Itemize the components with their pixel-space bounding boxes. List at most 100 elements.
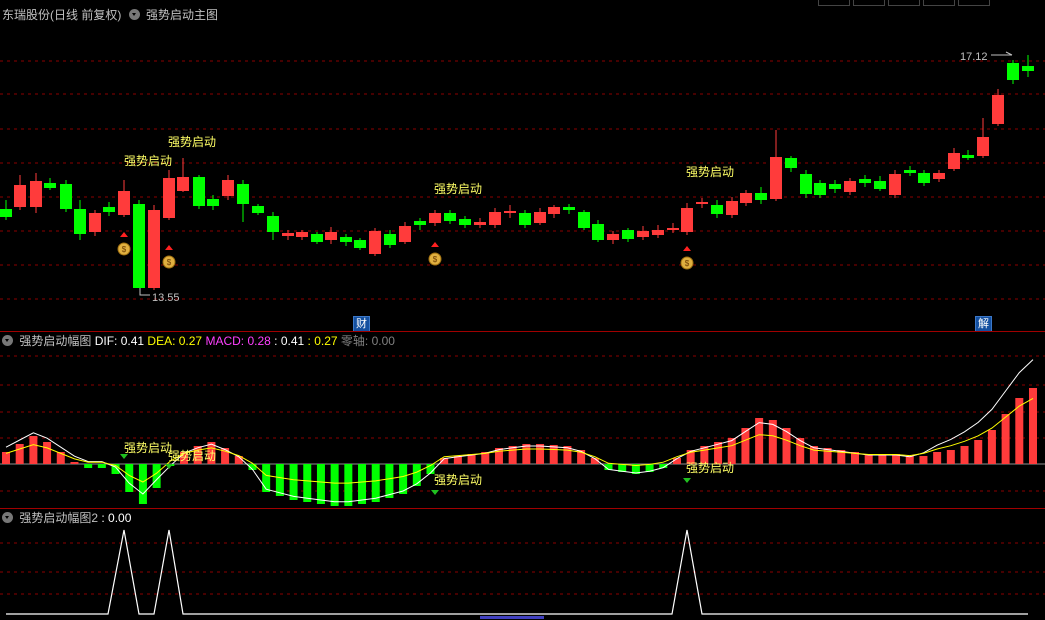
candle-body	[992, 95, 1004, 124]
candle-body	[844, 181, 856, 192]
zero-axis-value: 零轴: 0.00	[340, 334, 395, 348]
macd-bar	[385, 464, 394, 498]
candle-body	[977, 137, 989, 156]
candle-body	[1007, 63, 1019, 80]
macd-bar	[125, 464, 134, 492]
macd-bar	[70, 462, 79, 464]
candle-body	[814, 183, 826, 195]
down-arrow-icon	[431, 490, 439, 495]
candle-body	[296, 232, 308, 237]
sub2-value: : 0.00	[101, 511, 132, 525]
signal-label: 强势启动	[434, 182, 482, 196]
down-arrow-icon	[683, 478, 691, 483]
low-price-arrow	[139, 288, 150, 296]
candle-body	[474, 222, 486, 225]
sub2-indicator-name[interactable]: 强势启动幅图2	[19, 511, 98, 525]
chevron-down-icon[interactable]	[128, 9, 140, 20]
macd-bar	[330, 464, 339, 506]
scroll-indicator[interactable]	[480, 616, 544, 619]
macd-chart[interactable]: 强势启动强势启动强势启动强势启动	[0, 350, 1045, 508]
candle-body	[859, 179, 871, 183]
macd-bar	[97, 464, 106, 468]
candle-body	[563, 207, 575, 210]
candle-body	[607, 234, 619, 240]
candle-body	[726, 201, 738, 215]
candle-body	[904, 170, 916, 173]
toolbar-button[interactable]	[888, 0, 920, 6]
candle-body	[399, 226, 411, 242]
candle-body	[696, 202, 708, 204]
candle-body	[740, 193, 752, 203]
money-bag-icon: $	[680, 246, 694, 270]
macd-indicator-name[interactable]: 强势启动幅图	[19, 334, 91, 348]
macd-bar	[1001, 414, 1010, 464]
macd-bar	[522, 444, 531, 464]
macd-bar	[371, 464, 380, 502]
toolbar-button[interactable]	[818, 0, 850, 6]
toolbar-button[interactable]	[923, 0, 955, 6]
macd-bar	[138, 464, 147, 504]
macd-value: MACD: 0.28	[205, 334, 271, 348]
macd-bar	[536, 444, 545, 464]
candle-body	[103, 207, 115, 212]
toolbar-button[interactable]	[958, 0, 990, 6]
signal-pulse-chart[interactable]	[0, 526, 1045, 620]
chevron-down-icon[interactable]	[2, 335, 13, 346]
candle-body	[89, 213, 101, 232]
candle-body	[193, 177, 205, 206]
candle-body	[74, 209, 86, 234]
macd-bar	[933, 452, 942, 464]
panel-divider	[0, 508, 1045, 509]
value-4: : 0.41	[274, 334, 305, 348]
candle-body	[785, 158, 797, 168]
candle-body	[578, 212, 590, 228]
candle-body	[414, 221, 426, 225]
candle-body	[667, 228, 679, 230]
macd-bar	[960, 446, 969, 464]
candle-body	[519, 213, 531, 225]
candle-body	[962, 155, 974, 158]
candle-body	[874, 181, 886, 189]
candle-body	[340, 237, 352, 242]
unlock-badge[interactable]: 解	[975, 316, 992, 332]
signal-label: 强势启动	[124, 441, 172, 455]
candle-body	[133, 204, 145, 288]
down-arrow-icon	[165, 464, 173, 469]
candle-body	[534, 212, 546, 223]
candle-body	[933, 173, 945, 179]
macd-header: 强势启动幅图 DIF: 0.41 DEA: 0.27 MACD: 0.28 : …	[2, 333, 395, 349]
toolbar-button[interactable]	[853, 0, 885, 6]
macd-bar	[919, 456, 928, 464]
stock-title: 东瑞股份(日线 前复权)	[2, 8, 122, 22]
candle-body	[282, 233, 294, 236]
money-bag-icon: $	[117, 232, 131, 256]
candle-body	[311, 234, 323, 242]
candle-body	[755, 193, 767, 200]
signal-label: 强势启动	[168, 449, 216, 463]
macd-bar	[84, 464, 93, 468]
signal-label: 强势启动	[434, 473, 482, 487]
candle-body	[0, 209, 12, 217]
candle-body	[800, 174, 812, 194]
macd-bar	[316, 464, 325, 504]
down-arrow-icon	[120, 454, 128, 459]
chevron-down-icon[interactable]	[2, 512, 13, 523]
macd-bar	[412, 464, 421, 486]
macd-bar	[15, 444, 24, 464]
candle-body	[711, 205, 723, 214]
macd-bar	[946, 450, 955, 464]
macd-bar	[275, 464, 284, 496]
main-indicator-name[interactable]: 强势启动主图	[146, 8, 218, 22]
candle-body	[548, 207, 560, 214]
financial-report-badge[interactable]: 财	[353, 316, 370, 332]
candle-body	[770, 157, 782, 199]
candle-body	[14, 185, 26, 207]
macd-bar	[43, 442, 52, 464]
top-toolbar	[0, 0, 1045, 6]
candle-body	[267, 216, 279, 232]
dea-value: DEA: 0.27	[147, 334, 203, 348]
candlestick-chart[interactable]: 强势启动强势启动强势启动强势启动$$ $ $ 17.12 13.55	[0, 25, 1045, 330]
candle-body	[118, 191, 130, 215]
macd-bar	[549, 445, 558, 464]
candle-body	[918, 173, 930, 183]
